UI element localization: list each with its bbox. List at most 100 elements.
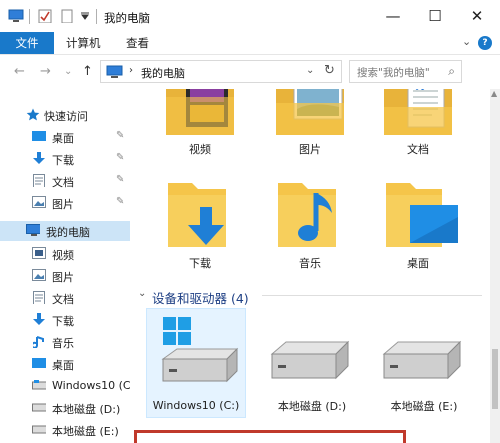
refresh-button[interactable]: ↻ bbox=[324, 63, 335, 78]
music-icon bbox=[33, 336, 44, 348]
drive-icon bbox=[32, 403, 46, 412]
folder-videos[interactable]: 视频 bbox=[160, 89, 240, 167]
pin-icon[interactable]: ✎ bbox=[116, 130, 124, 141]
system-drive-icon bbox=[161, 317, 239, 383]
sidebar-item-pc-pictures[interactable]: 图片 bbox=[0, 266, 130, 286]
breadcrumb-chevron-icon[interactable]: › bbox=[129, 65, 133, 76]
music-folder-icon bbox=[278, 183, 336, 247]
titlebar-separator bbox=[29, 9, 30, 24]
computer-icon bbox=[26, 224, 40, 236]
drive-icon bbox=[32, 425, 46, 434]
tab-computer[interactable]: 计算机 bbox=[66, 35, 101, 51]
group-collapse-icon[interactable]: ⌄ bbox=[138, 288, 146, 299]
title-bar: 我的电脑 — ☐ ✕ bbox=[0, 0, 500, 32]
pin-icon[interactable]: ✎ bbox=[116, 174, 124, 185]
highlight-annotation-box bbox=[134, 430, 406, 443]
close-button[interactable]: ✕ bbox=[456, 0, 498, 32]
sidebar-item-label: 我的电脑 bbox=[46, 226, 90, 239]
scroll-up-icon[interactable]: ▲ bbox=[491, 89, 497, 98]
folder-music[interactable]: 音乐 bbox=[270, 181, 350, 271]
sidebar-item-music[interactable]: 音乐 bbox=[0, 332, 130, 352]
folder-label: 图片 bbox=[299, 143, 321, 156]
address-dropdown-icon[interactable]: ⌄ bbox=[306, 65, 314, 76]
search-placeholder: 搜索"我的电脑" bbox=[357, 67, 430, 79]
folder-pictures[interactable]: 图片 bbox=[270, 89, 350, 167]
address-bar[interactable]: › 我的电脑 ⌄ ↻ bbox=[100, 60, 342, 83]
maximize-button[interactable]: ☐ bbox=[414, 0, 456, 32]
sidebar-item-pc-desktop[interactable]: 桌面 bbox=[0, 354, 130, 374]
sidebar-item-label: 文档 bbox=[52, 176, 74, 189]
document-icon bbox=[33, 174, 45, 187]
sidebar-item-label: 桌面 bbox=[52, 132, 74, 145]
download-folder-icon bbox=[168, 183, 226, 247]
drive-c[interactable]: Windows10 (C:) bbox=[146, 308, 246, 418]
content-pane: 视频 图片 A 文档 下载 bbox=[130, 89, 490, 443]
drive-d[interactable]: 本地磁盘 (D:) bbox=[262, 308, 362, 418]
picture-icon bbox=[32, 196, 46, 208]
folder-label: 下载 bbox=[189, 257, 211, 270]
desktop-icon bbox=[32, 358, 46, 368]
ribbon-tabs: 文件 计算机 查看 ⌄ ? bbox=[0, 32, 500, 54]
drive-label: Windows10 (C:) bbox=[152, 399, 240, 412]
folder-label: 桌面 bbox=[407, 257, 429, 270]
sidebar-item-this-pc[interactable]: 我的电脑 bbox=[0, 221, 130, 241]
group-header-devices[interactable]: 设备和驱动器 (4) bbox=[152, 288, 249, 307]
sidebar-item-drive-c[interactable]: Windows10 (C bbox=[0, 376, 131, 396]
navigation-pane: 快速访问 桌面 ✎ 下载 ✎ 文档 ✎ 图片 ✎ 我的电脑 视频 图片 文档 下… bbox=[0, 92, 131, 443]
sidebar-item-label: 音乐 bbox=[52, 337, 74, 350]
ribbon-expand-icon[interactable]: ⌄ bbox=[462, 35, 471, 48]
tab-view[interactable]: 查看 bbox=[126, 35, 149, 51]
desktop-icon bbox=[32, 131, 46, 141]
sidebar-item-pc-downloads[interactable]: 下载 bbox=[0, 310, 130, 330]
sidebar-item-label: 桌面 bbox=[52, 359, 74, 372]
video-icon bbox=[32, 247, 46, 259]
drive-icon bbox=[32, 380, 46, 390]
sidebar-item-pictures[interactable]: 图片 ✎ bbox=[0, 193, 130, 213]
drive-label: 本地磁盘 (E:) bbox=[390, 400, 458, 413]
sidebar-item-label: 本地磁盘 (D:) bbox=[52, 403, 121, 416]
sidebar-item-drive-e[interactable]: 本地磁盘 (E:) bbox=[0, 420, 130, 440]
sidebar-item-drive-d[interactable]: 本地磁盘 (D:) bbox=[0, 398, 130, 418]
video-folder-icon bbox=[166, 89, 234, 135]
folder-label: 视频 bbox=[189, 143, 211, 156]
navigation-bar: ← → ⌄ ↑ › 我的电脑 ⌄ ↻ 搜索"我的电脑" ⌕ bbox=[0, 54, 500, 89]
sidebar-item-label: 快速访问 bbox=[44, 110, 88, 123]
search-box[interactable]: 搜索"我的电脑" ⌕ bbox=[349, 60, 462, 83]
folder-desktop[interactable]: 桌面 bbox=[378, 181, 458, 271]
breadcrumb-this-pc[interactable]: 我的电脑 bbox=[141, 65, 185, 81]
drive-icon bbox=[270, 340, 350, 380]
folder-documents[interactable]: A 文档 bbox=[378, 89, 458, 167]
back-button[interactable]: ← bbox=[14, 64, 25, 79]
up-button[interactable]: ↑ bbox=[82, 64, 93, 79]
sidebar-item-quick-access[interactable]: 快速访问 bbox=[0, 105, 130, 125]
tab-file[interactable]: 文件 bbox=[0, 32, 54, 54]
download-icon bbox=[33, 152, 45, 164]
pin-icon[interactable]: ✎ bbox=[116, 152, 124, 163]
minimize-button[interactable]: — bbox=[372, 0, 414, 32]
sidebar-item-label: 下载 bbox=[52, 315, 74, 328]
sidebar-item-label: 图片 bbox=[52, 198, 74, 211]
quick-access-dropdown-icon[interactable] bbox=[80, 12, 90, 26]
vertical-scrollbar[interactable]: ▲ bbox=[490, 89, 500, 443]
help-icon[interactable]: ? bbox=[478, 36, 492, 50]
sidebar-item-downloads[interactable]: 下载 ✎ bbox=[0, 149, 130, 169]
properties-icon[interactable] bbox=[38, 9, 52, 23]
new-folder-icon[interactable] bbox=[61, 9, 73, 23]
group-divider bbox=[262, 295, 482, 296]
drive-e[interactable]: 本地磁盘 (E:) bbox=[374, 308, 474, 418]
titlebar-separator bbox=[96, 9, 97, 24]
search-icon[interactable]: ⌕ bbox=[448, 64, 455, 79]
forward-button[interactable]: → bbox=[40, 64, 51, 79]
scrollbar-thumb[interactable] bbox=[492, 349, 498, 409]
recent-locations-button[interactable]: ⌄ bbox=[64, 66, 72, 77]
window-title: 我的电脑 bbox=[104, 11, 150, 25]
sidebar-item-label: 图片 bbox=[52, 271, 74, 284]
sidebar-item-label: 文档 bbox=[52, 293, 74, 306]
sidebar-item-videos[interactable]: 视频 bbox=[0, 244, 130, 264]
sidebar-item-label: 下载 bbox=[52, 154, 74, 167]
sidebar-item-documents[interactable]: 文档 ✎ bbox=[0, 171, 130, 191]
pin-icon[interactable]: ✎ bbox=[116, 196, 124, 207]
folder-downloads[interactable]: 下载 bbox=[160, 181, 240, 271]
sidebar-item-desktop[interactable]: 桌面 ✎ bbox=[0, 127, 130, 147]
sidebar-item-pc-documents[interactable]: 文档 bbox=[0, 288, 130, 308]
